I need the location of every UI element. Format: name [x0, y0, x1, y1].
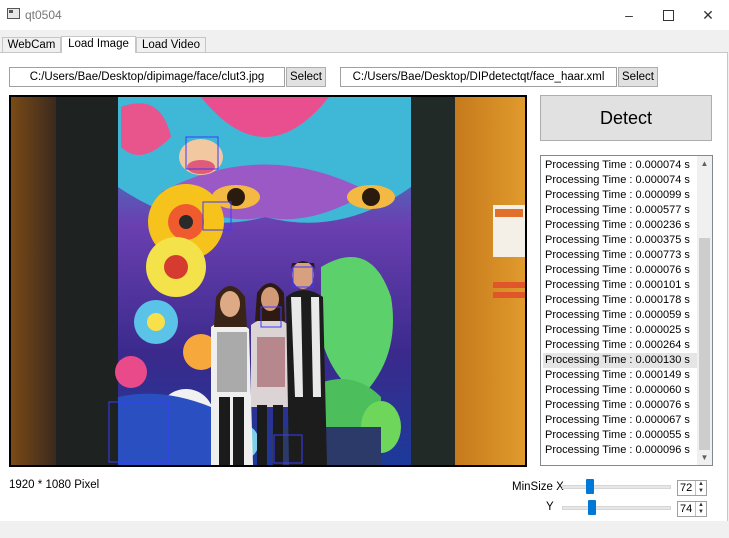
image-view [9, 95, 527, 467]
minsize-y-slider-handle[interactable] [588, 500, 596, 515]
minsize-x-slider-handle[interactable] [586, 479, 594, 494]
minsize-y-spinbox[interactable]: 74 ▲ ▼ [677, 501, 707, 517]
list-item[interactable]: Processing Time : 0.000096 s [543, 443, 699, 458]
window-title: qt0504 [25, 8, 62, 22]
tab-load-image[interactable]: Load Image [61, 36, 136, 53]
loaded-image [11, 97, 525, 465]
minsize-x-spinbox[interactable]: 72 ▲ ▼ [677, 480, 707, 496]
tab-webcam[interactable]: WebCam [2, 37, 61, 52]
list-item[interactable]: Processing Time : 0.000577 s [543, 203, 699, 218]
minsize-y-value: 74 [680, 503, 693, 515]
tab-load-video[interactable]: Load Video [136, 37, 206, 52]
app-icon [7, 8, 20, 19]
list-item[interactable]: Processing Time : 0.000375 s [543, 233, 699, 248]
maximize-icon[interactable] [648, 0, 688, 30]
scroll-down-icon[interactable]: ▼ [697, 450, 712, 465]
list-item[interactable]: Processing Time : 0.000149 s [543, 368, 699, 383]
list-item[interactable]: Processing Time : 0.000178 s [543, 293, 699, 308]
minsize-x-label: MinSize X [512, 481, 564, 493]
processing-time-list[interactable]: Processing Time : 0.000074 s Processing … [540, 155, 713, 466]
status-bar [0, 521, 729, 538]
list-item[interactable]: Processing Time : 0.000101 s [543, 278, 699, 293]
cascade-path-field[interactable]: C:/Users/Bae/Desktop/DIPdetectqt/face_ha… [340, 67, 617, 87]
list-item[interactable]: Processing Time : 0.000099 s [543, 188, 699, 203]
minsize-x-slider[interactable] [562, 485, 671, 489]
list-item-selected[interactable]: Processing Time : 0.000130 s [543, 353, 699, 368]
list-item[interactable]: Processing Time : 0.000076 s [543, 398, 699, 413]
list-item[interactable]: Processing Time : 0.000773 s [543, 248, 699, 263]
minsize-y-label: Y [546, 501, 554, 513]
image-size-label: 1920 * 1080 Pixel [9, 479, 100, 491]
title-bar: qt0504 – ✕ [0, 0, 729, 30]
minsize-x-value: 72 [680, 482, 693, 494]
select-image-button[interactable]: Select [286, 67, 326, 87]
close-icon[interactable]: ✕ [688, 0, 728, 30]
image-path-field[interactable]: C:/Users/Bae/Desktop/dipimage/face/clut3… [9, 67, 285, 87]
list-item[interactable]: Processing Time : 0.000060 s [543, 383, 699, 398]
scroll-up-icon[interactable]: ▲ [697, 156, 712, 171]
list-item[interactable]: Processing Time : 0.000025 s [543, 323, 699, 338]
list-item[interactable]: Processing Time : 0.000074 s [543, 173, 699, 188]
spin-down-icon[interactable]: ▼ [696, 509, 706, 516]
list-item[interactable]: Processing Time : 0.000236 s [543, 218, 699, 233]
list-item[interactable]: Processing Time : 0.000074 s [543, 158, 699, 173]
scrollbar-thumb[interactable] [699, 238, 710, 450]
list-scrollbar[interactable]: ▲ ▼ [697, 156, 712, 465]
minimize-icon[interactable]: – [609, 0, 649, 30]
list-item[interactable]: Processing Time : 0.000055 s [543, 428, 699, 443]
spin-down-icon[interactable]: ▼ [696, 488, 706, 495]
spin-up-icon[interactable]: ▲ [696, 502, 706, 509]
detect-button[interactable]: Detect [540, 95, 712, 141]
list-item[interactable]: Processing Time : 0.000264 s [543, 338, 699, 353]
select-cascade-button[interactable]: Select [618, 67, 658, 87]
list-item[interactable]: Processing Time : 0.000076 s [543, 263, 699, 278]
spin-up-icon[interactable]: ▲ [696, 481, 706, 488]
list-item[interactable]: Processing Time : 0.000067 s [543, 413, 699, 428]
minsize-y-slider[interactable] [562, 506, 671, 510]
tab-bar: WebCam Load Image Load Video [0, 36, 729, 53]
list-item[interactable]: Processing Time : 0.000059 s [543, 308, 699, 323]
